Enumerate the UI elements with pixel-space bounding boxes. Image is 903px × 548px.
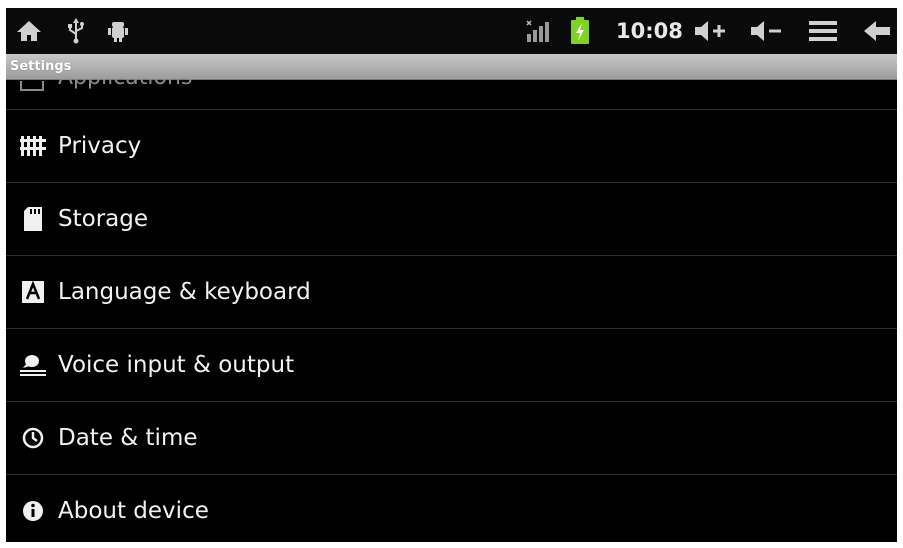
settings-item-label: Storage bbox=[58, 206, 148, 232]
menu-icon[interactable] bbox=[807, 8, 839, 54]
settings-item-privacy[interactable]: Privacy bbox=[6, 110, 897, 182]
privacy-icon bbox=[19, 110, 47, 182]
back-icon[interactable] bbox=[861, 8, 893, 54]
title-bar: Settings bbox=[6, 54, 897, 79]
settings-item-label: Voice input & output bbox=[58, 352, 295, 378]
volume-up-icon[interactable] bbox=[692, 8, 728, 54]
settings-item-label: Privacy bbox=[58, 133, 142, 159]
clock-icon bbox=[19, 402, 47, 474]
settings-item-about-device[interactable]: About device bbox=[6, 475, 897, 542]
status-bar: 10:08 bbox=[6, 8, 897, 54]
usb-icon bbox=[64, 8, 88, 54]
battery-charging-icon bbox=[568, 8, 592, 54]
volume-down-icon[interactable] bbox=[748, 8, 784, 54]
info-icon bbox=[19, 475, 47, 542]
sd-card-icon bbox=[19, 183, 47, 255]
settings-item-label: Applications bbox=[58, 79, 192, 90]
android-screen: 10:08 Settings Privacy Storage Language … bbox=[6, 8, 897, 542]
voice-icon bbox=[19, 329, 47, 401]
settings-item-voice-input-output[interactable]: Voice input & output bbox=[6, 329, 897, 401]
settings-item-label: Date & time bbox=[58, 425, 198, 451]
settings-item-label: Language & keyboard bbox=[58, 279, 311, 305]
status-clock: 10:08 bbox=[616, 19, 683, 43]
settings-item-language-keyboard[interactable]: Language & keyboard bbox=[6, 256, 897, 328]
applications-icon bbox=[20, 81, 44, 91]
settings-item-label: About device bbox=[58, 498, 209, 524]
settings-item-date-time[interactable]: Date & time bbox=[6, 402, 897, 474]
page-title: Settings bbox=[10, 59, 72, 74]
signal-icon bbox=[524, 8, 552, 54]
settings-item-storage[interactable]: Storage bbox=[6, 183, 897, 255]
language-icon bbox=[19, 256, 47, 328]
home-icon[interactable] bbox=[14, 8, 44, 54]
android-debug-icon bbox=[105, 8, 131, 54]
settings-item-applications[interactable]: Applications bbox=[6, 79, 897, 109]
settings-list: Applications Privacy bbox=[6, 79, 897, 542]
